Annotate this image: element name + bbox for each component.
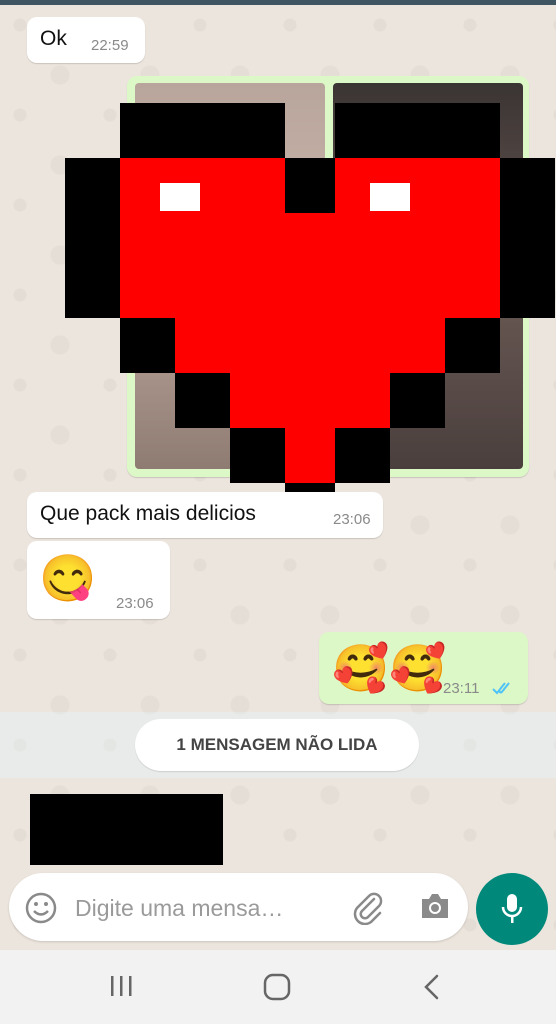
recents-icon[interactable] xyxy=(108,974,136,998)
home-icon[interactable] xyxy=(262,972,292,1002)
message-time: 23:11 xyxy=(443,680,480,697)
paperclip-icon[interactable] xyxy=(350,889,386,925)
camera-icon[interactable] xyxy=(418,891,452,921)
message-time: 23:06 xyxy=(333,511,371,528)
unread-messages-banner: 1 MENSAGEM NÃO LIDA xyxy=(135,719,419,771)
message-text: Que pack mais delicios xyxy=(40,502,256,525)
back-icon[interactable] xyxy=(420,972,444,1002)
mic-icon xyxy=(501,894,523,923)
smiling-face-with-hearts-emoji: 🥰🥰 xyxy=(332,642,447,694)
emoji-icon[interactable] xyxy=(24,891,58,925)
message-time: 23:06 xyxy=(116,595,154,612)
mic-button[interactable] xyxy=(476,873,548,945)
read-ticks-icon xyxy=(492,682,510,695)
message-time: 22:59 xyxy=(91,37,129,54)
face-savoring-food-emoji: 😋 xyxy=(39,552,97,604)
pixel-heart-icon xyxy=(65,103,555,538)
message-input[interactable]: Digite uma mensa… xyxy=(75,895,283,922)
message-text: Ok xyxy=(40,27,67,50)
censored-message[interactable] xyxy=(30,794,223,865)
